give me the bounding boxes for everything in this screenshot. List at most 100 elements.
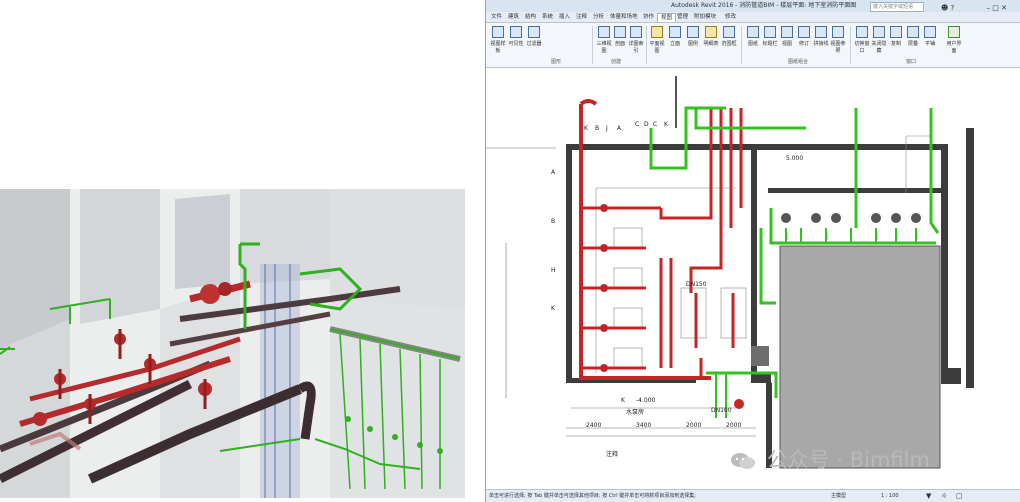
filter-icon[interactable]: ▼ (926, 490, 931, 502)
tab-file[interactable]: 文件 (488, 13, 505, 21)
legend-button[interactable]: 图例 (685, 26, 701, 54)
schedule-button[interactable]: 明细表 (703, 26, 719, 54)
callout-button[interactable]: 详图索引 (628, 26, 644, 54)
cube-icon (598, 26, 610, 38)
top-mark-7: C (653, 121, 657, 128)
floor-plan-drawing: A B H K K K B J A C D C K 5.000 -4.000 水… (486, 76, 974, 469)
panel-divider (592, 26, 593, 64)
top-mark-1: K (584, 125, 589, 132)
sun-path-icon[interactable]: ☼ (941, 490, 947, 502)
visibility-button[interactable]: 可见性 (508, 26, 524, 54)
tab-massing[interactable]: 体量和场地 (607, 13, 641, 21)
switch-windows-icon (856, 26, 868, 38)
user-interface-button[interactable]: 用户界面 (946, 26, 962, 54)
watermark-text: 公众号 · Bimfilm (766, 448, 930, 472)
tab-addins[interactable]: 附加模块 (691, 13, 719, 21)
tab-structure[interactable]: 结构 (522, 13, 539, 21)
matchline-button[interactable]: 拼接线 (813, 26, 829, 54)
title-block-button[interactable]: 标题栏 (762, 26, 778, 54)
tab-insert[interactable]: 插入 (556, 13, 573, 21)
sheet-button[interactable]: 图纸 (745, 26, 761, 54)
help-icon[interactable]: ? (951, 4, 955, 12)
close-hidden-icon (873, 26, 885, 38)
status-bar: 单击可进行选择; 按 Tab 键并单击可选择其他项目; 按 Ctrl 键并单击可… (486, 489, 1020, 502)
dimension-2: 3400 (636, 422, 651, 429)
view-template-icon (492, 26, 504, 38)
top-mark-3: J (605, 125, 608, 132)
wechat-icon (731, 453, 755, 469)
floor-plan-canvas[interactable]: A B H K K K B J A C D C K 5.000 -4.000 水… (486, 68, 1020, 489)
dimension-3: 2000 (686, 422, 701, 429)
plan-view-button[interactable]: 平面视图 (649, 26, 665, 54)
schedule-icon (705, 26, 717, 38)
panel-divider (850, 26, 851, 64)
top-mark-6: D (644, 121, 649, 128)
switch-windows-button[interactable]: 切换窗口 (854, 26, 870, 54)
cascade-button[interactable]: 层叠 (905, 26, 921, 54)
tile-button[interactable]: 平铺 (922, 26, 938, 54)
revisions-button[interactable]: 修订 (796, 26, 812, 54)
tab-architecture[interactable]: 建筑 (505, 13, 522, 21)
pipe-tag-1: DN150 (686, 281, 707, 288)
status-model[interactable]: 主模型 (831, 490, 846, 502)
crop-region-icon[interactable]: ▢ (956, 490, 963, 502)
top-mark-2: B (595, 125, 599, 132)
filter-icon (528, 26, 540, 38)
scope-box-icon (723, 26, 735, 38)
3d-model-view[interactable] (0, 189, 465, 498)
tab-manage[interactable]: 管理 (674, 13, 691, 21)
status-scale[interactable]: 1 : 100 (881, 490, 899, 502)
panel-label-sheet: 图纸组合 (787, 59, 808, 65)
replicate-button[interactable]: 复制 (888, 26, 904, 54)
window-title: Autodesk Revit 2016 - 消防管道BIM - 楼层平面: 地下… (671, 2, 857, 9)
elevation-tag-top: 5.000 (786, 155, 803, 162)
title-block-icon (764, 26, 776, 38)
revit-window: Autodesk Revit 2016 - 消防管道BIM - 楼层平面: 地下… (485, 0, 1020, 502)
elevation-button[interactable]: 立面 (667, 26, 683, 54)
section-button[interactable]: 剖面 (612, 26, 628, 54)
tile-icon (924, 26, 936, 38)
filters-button[interactable]: 过滤器 (526, 26, 542, 54)
tab-modify[interactable]: 修改 (722, 13, 739, 21)
top-mark-4: A (617, 125, 622, 132)
grid-label-a: A (551, 169, 556, 176)
view-template-button[interactable]: 视图样板 (490, 26, 506, 54)
panel-divider (741, 26, 742, 64)
top-mark-5: C (635, 121, 639, 128)
sheet-icon (747, 26, 759, 38)
user-interface-icon (948, 26, 960, 38)
place-view-button[interactable]: 视图 (779, 26, 795, 54)
close-hidden-button[interactable]: 关闭隐藏 (871, 26, 887, 54)
search-input[interactable]: 键入关键字或短语 (870, 2, 924, 12)
dimension-1: 2400 (586, 422, 601, 429)
tab-annotate[interactable]: 注释 (573, 13, 590, 21)
room-name: 水泵房 (626, 408, 644, 416)
tab-analyze[interactable]: 分析 (590, 13, 607, 21)
view-reference-button[interactable]: 视图参照 (830, 26, 846, 54)
panel-label-window: 窗口 (905, 59, 916, 65)
cascade-icon (907, 26, 919, 38)
3d-view-button[interactable]: 三维视图 (596, 26, 612, 54)
user-icon[interactable]: ☻ (941, 4, 948, 12)
top-mark-8: K (664, 121, 669, 128)
dimension-4: 2000 (726, 422, 741, 429)
legend-icon (687, 26, 699, 38)
elevation-tag-bottom: -4.000 (636, 397, 656, 404)
minimize-icon[interactable]: – (987, 4, 991, 12)
ribbon-tabs: 文件 建筑 结构 系统 插入 注释 分析 体量和场地 协作 视图 管理 附加模块… (486, 12, 1020, 23)
panel-label-graphics: 图形 (550, 59, 561, 65)
tab-systems[interactable]: 系统 (539, 13, 556, 21)
panel-divider (646, 26, 647, 64)
elevation-icon (669, 26, 681, 38)
panel-label-create: 创建 (610, 59, 621, 65)
status-text: 单击可进行选择; 按 Tab 键并单击可选择其他项目; 按 Ctrl 键并单击可… (489, 493, 696, 499)
pipe-tag-2: DN100 (711, 407, 732, 414)
scope-box-button[interactable]: 范围框 (721, 26, 737, 54)
replicate-icon (890, 26, 902, 38)
close-icon[interactable]: ✕ (1001, 4, 1007, 12)
maximize-icon[interactable]: □ (992, 4, 999, 12)
watermark: 公众号 · Bimfilm (730, 444, 930, 474)
tab-collaborate[interactable]: 协作 (640, 13, 657, 21)
grid-label-k: K (551, 305, 556, 312)
plan-note: 注释 (606, 450, 618, 458)
